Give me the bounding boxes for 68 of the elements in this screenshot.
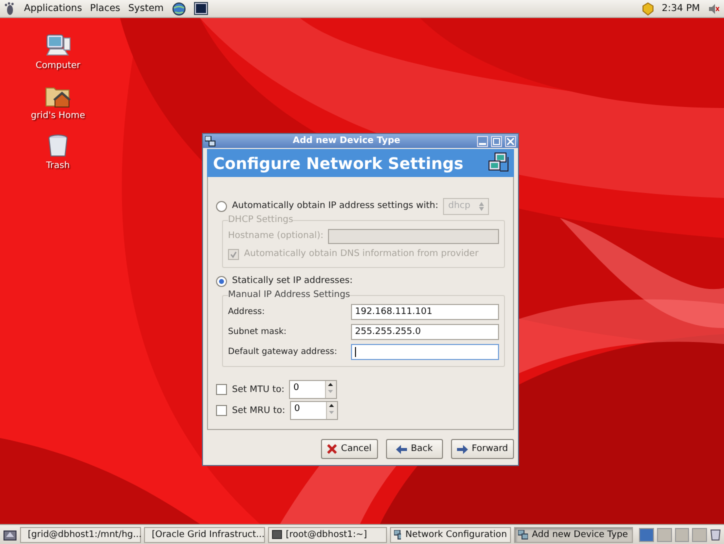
taskbar-button[interactable]: [root@dbhost1:~] [268,526,387,542]
computer-icon[interactable] [45,34,71,58]
spin-field[interactable]: 0 [290,401,338,420]
up-arrow-icon[interactable] [327,402,336,409]
network-computers-icon [488,152,510,174]
trash-icon[interactable] [47,134,69,158]
checkbox-label: Set MRU to: [232,406,286,416]
panel-menu[interactable]: Places [90,3,120,14]
hostname-field[interactable] [328,228,499,244]
field-label: Subnet mask: [228,327,288,337]
spin-field[interactable]: 0 [289,380,338,399]
dialog-heading: Configure Network Settings [213,154,464,172]
workspace-switcher[interactable] [656,528,672,542]
minimize-button[interactable] [477,136,488,146]
show-desktop-icon[interactable] [3,528,17,542]
taskbar-button[interactable]: Network Configuration [390,526,511,542]
field-label: Default gateway address: [228,347,338,357]
trash-icon[interactable] [710,528,721,541]
checkbox[interactable] [216,405,227,416]
panel-menu[interactable]: System [128,3,164,14]
desktop-icon-label[interactable]: Trash [46,161,70,171]
radio-label: Statically set IP addresses: [232,276,353,286]
workspace-switcher[interactable] [674,528,690,542]
panel-menu[interactable]: Applications [24,3,82,14]
foot-icon[interactable] [4,2,16,16]
group-title: Manual IP Address Settings [228,290,350,300]
network-icon [518,530,528,540]
network-icon [205,136,216,146]
globe-icon[interactable] [172,2,186,16]
cancel-button[interactable]: Cancel [320,439,378,459]
taskbar-button[interactable]: [grid@dbhost1:/mnt/hg... [20,526,141,542]
workspace-switcher[interactable] [692,528,708,542]
terminal-icon [272,530,282,539]
speaker-icon[interactable] [708,4,720,14]
text-field[interactable]: 255.255.255.0 [351,324,499,340]
field-label: Hostname (optional): [228,231,324,241]
maximize-button[interactable] [491,136,502,146]
close-icon [327,444,338,454]
back-button[interactable]: Back [386,439,443,459]
checkbox-label: Automatically obtain DNS information from provider [244,249,479,259]
right-arrow-icon [456,444,468,454]
group-title: DHCP Settings [228,215,294,225]
radio-button[interactable] [216,276,227,286]
desktop-icon-label[interactable]: Computer [36,61,80,71]
taskbar-button[interactable]: Add new Device Type [514,526,634,542]
network-icon [394,530,402,540]
checkmark-icon [230,250,237,258]
update-icon[interactable] [642,2,654,16]
window-title: Add new Device Type [292,136,402,146]
text-field[interactable]: 192.168.111.101 [351,304,499,320]
up-arrow-icon[interactable] [326,381,336,388]
checkbox-label: Set MTU to: [232,384,284,394]
field-label: Address: [228,307,266,317]
spin-arrows-icon [479,202,484,210]
checkbox[interactable] [216,384,227,395]
workspace-switcher[interactable] [639,528,654,542]
maximize-icon [493,138,500,144]
close-button[interactable] [505,136,516,146]
left-arrow-icon [396,444,407,454]
taskbar-button[interactable]: [Oracle Grid Infrastruct... [144,526,265,542]
radio-label: Automatically obtain IP address settings with: [232,201,438,211]
terminal-icon[interactable] [194,2,208,15]
radio-button[interactable] [216,200,227,212]
desktop-icon-label[interactable]: grid's Home [30,111,86,121]
text-field[interactable] [351,344,499,360]
close-icon [507,138,514,144]
forward-button[interactable]: Forward [450,439,514,459]
clock[interactable]: 2:34 PM [662,3,700,14]
